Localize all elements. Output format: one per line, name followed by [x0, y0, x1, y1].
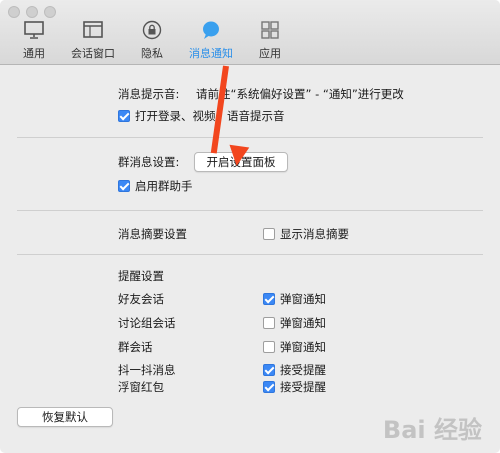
divider [17, 137, 483, 138]
apps-grid-icon [261, 21, 279, 39]
lock-icon [142, 20, 162, 40]
minimize-window-button[interactable] [26, 6, 38, 18]
restore-defaults-button[interactable]: 恢复默认 [17, 407, 113, 427]
tab-label: 会话窗口 [71, 47, 115, 60]
reminder-option-label: 弹窗通知 [280, 340, 326, 354]
sound-setting-hint: 请前往“系统偏好设置” - “通知”进行更改 [196, 87, 404, 101]
sound-checkbox[interactable] [118, 110, 130, 122]
group-assistant-checkbox[interactable] [118, 180, 130, 192]
annotation-arrow-head [226, 144, 250, 168]
tab-general[interactable]: 通用 [14, 20, 54, 62]
reminder-row-label: 抖一抖消息 [118, 363, 176, 377]
reminder-option-label: 弹窗通知 [280, 292, 326, 306]
reminder-row-label: 群会话 [118, 340, 153, 354]
reminder-row-label: 好友会话 [118, 292, 164, 306]
reminder-option-label: 接受提醒 [280, 380, 326, 394]
summary-setting-label: 消息摘要设置 [118, 227, 187, 241]
reminder-checkbox[interactable] [263, 381, 275, 393]
preferences-window: 通用 会话窗口 隐私 消息通知 应用 消息提示音: 请前往“系统偏好设置” - … [0, 0, 500, 453]
tab-label: 隐私 [141, 47, 163, 60]
show-summary-checkbox[interactable] [263, 228, 275, 240]
tab-label: 消息通知 [189, 47, 233, 60]
reminder-row-label: 浮窗红包 [118, 380, 164, 394]
tab-label: 应用 [259, 47, 281, 60]
speech-bubble-icon [203, 21, 219, 39]
divider [17, 254, 483, 255]
tab-notifications[interactable]: 消息通知 [186, 20, 236, 62]
reminder-option-label: 弹窗通知 [280, 316, 326, 330]
reminder-option-label: 接受提醒 [280, 363, 326, 377]
group-setting-label: 群消息设置: [118, 155, 180, 169]
tab-chat-window[interactable]: 会话窗口 [70, 20, 116, 62]
zoom-window-button[interactable] [44, 6, 56, 18]
toolbar: 通用 会话窗口 隐私 消息通知 应用 [0, 0, 500, 65]
chat-window-icon [83, 21, 103, 38]
divider [17, 210, 483, 211]
reminder-row-label: 讨论组会话 [118, 316, 176, 330]
close-window-button[interactable] [8, 6, 20, 18]
watermark: Bai 经验 [382, 416, 482, 444]
tab-privacy[interactable]: 隐私 [134, 20, 170, 62]
reminder-checkbox[interactable] [263, 317, 275, 329]
reminder-settings-title: 提醒设置 [118, 269, 164, 283]
tab-apps[interactable]: 应用 [252, 20, 288, 62]
reminder-checkbox[interactable] [263, 293, 275, 305]
monitor-icon [24, 21, 44, 39]
reminder-checkbox[interactable] [263, 341, 275, 353]
sound-checkbox-label: 打开登录、视频、语音提示音 [135, 109, 285, 123]
sound-setting-label: 消息提示音: [118, 87, 180, 101]
tab-label: 通用 [23, 47, 45, 60]
reminder-checkbox[interactable] [263, 364, 275, 376]
show-summary-label: 显示消息摘要 [280, 227, 349, 241]
group-assistant-label: 启用群助手 [135, 179, 193, 193]
